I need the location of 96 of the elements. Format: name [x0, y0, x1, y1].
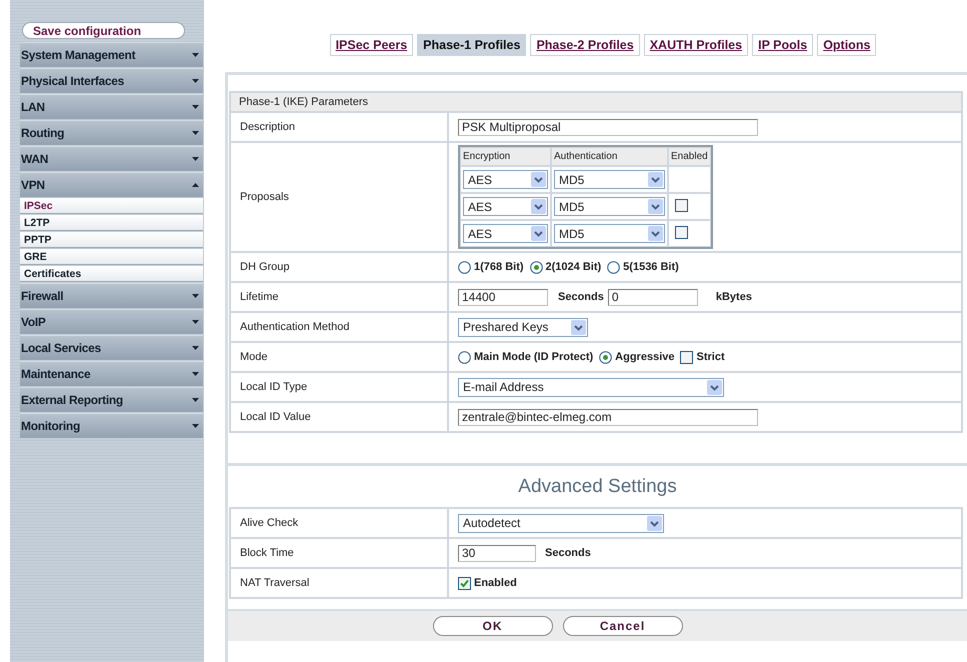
caret-up-icon	[192, 183, 199, 187]
radio-button[interactable]	[458, 350, 471, 364]
chevron-down-icon	[531, 226, 546, 241]
number-field[interactable]: 0	[608, 288, 698, 306]
chevron-down-icon	[531, 199, 546, 214]
field-label: NAT Traversal	[230, 568, 448, 598]
caret-down-icon	[192, 105, 199, 109]
dropdown[interactable]: Preshared Keys	[458, 318, 588, 336]
caret-down-icon	[192, 53, 199, 57]
chevron-down-icon	[707, 380, 722, 394]
field-label: Mode	[230, 342, 448, 372]
dropdown[interactable]: MD5	[554, 197, 665, 216]
dropdown[interactable]: AES	[463, 170, 548, 189]
option-label: Enabled	[474, 577, 517, 589]
option-label: 1(768 Bit)	[474, 261, 524, 273]
field-label: Description	[230, 112, 448, 142]
caret-down-icon	[192, 320, 199, 324]
dropdown[interactable]: AES	[463, 197, 548, 216]
submenu-item[interactable]: IPSec	[20, 198, 203, 214]
column-header: Encryption	[460, 147, 551, 166]
chevron-down-icon	[571, 320, 586, 334]
radio-button[interactable]	[599, 350, 612, 364]
unit-label: Seconds	[545, 547, 591, 559]
unit-label: Seconds	[558, 291, 604, 303]
field-label: DH Group	[230, 252, 448, 282]
tab[interactable]: Options	[817, 34, 876, 56]
chevron-down-icon	[648, 199, 663, 214]
tab[interactable]: Phase-1 Profiles	[417, 34, 526, 56]
section-title: Advanced Settings	[517, 475, 678, 499]
dropdown[interactable]: Autodetect	[458, 514, 664, 532]
menu-item[interactable]: Physical Interfaces	[20, 68, 203, 93]
column-header: Enabled	[668, 147, 711, 166]
tab[interactable]: IP Pools	[752, 34, 814, 56]
menu-item[interactable]: Firewall	[20, 283, 203, 308]
caret-down-icon	[192, 157, 199, 161]
save-configuration-button[interactable]: Save configuration	[22, 22, 185, 39]
caret-down-icon	[192, 424, 199, 428]
caret-down-icon	[192, 294, 199, 298]
dropdown[interactable]: AES	[463, 224, 548, 243]
radio-button[interactable]	[530, 260, 543, 274]
column-header: Authentication	[551, 147, 668, 166]
radio-button[interactable]	[458, 260, 471, 274]
dropdown[interactable]: MD5	[554, 224, 665, 243]
field-label: Proposals	[230, 142, 448, 252]
chevron-down-icon	[647, 516, 662, 530]
option-label: Aggressive	[615, 351, 674, 363]
chevron-down-icon	[531, 172, 546, 187]
text-field[interactable]: zentrale@bintec-elmeg.com	[458, 408, 758, 426]
ok-button[interactable]: OK	[432, 616, 552, 636]
menu-item[interactable]: LAN	[20, 94, 203, 119]
option-label: Main Mode (ID Protect)	[474, 351, 594, 363]
tab[interactable]: Phase-2 Profiles	[530, 34, 640, 56]
field-label: Alive Check	[230, 508, 448, 538]
submenu-item[interactable]: GRE	[20, 249, 203, 265]
menu-item[interactable]: Monitoring	[20, 413, 203, 438]
field-label: Lifetime	[230, 282, 448, 312]
caret-down-icon	[192, 398, 199, 402]
text-field[interactable]: PSK Multiproposal	[458, 118, 758, 136]
submenu-item[interactable]: L2TP	[20, 215, 203, 231]
number-field[interactable]: 14400	[458, 288, 548, 306]
radio-button[interactable]	[607, 260, 620, 274]
chevron-down-icon	[648, 226, 663, 241]
menu-item[interactable]: Maintenance	[20, 361, 203, 386]
field-label: Local ID Type	[230, 372, 448, 402]
field-label: Block Time	[230, 538, 448, 568]
dropdown[interactable]: E-mail Address	[458, 378, 724, 396]
field-label: Authentication Method	[230, 312, 448, 342]
dropdown[interactable]: MD5	[554, 170, 665, 189]
option-label: 5(1536 Bit)	[623, 261, 679, 273]
submenu-item[interactable]: PPTP	[20, 232, 203, 248]
menu-item[interactable]: System Management	[20, 42, 203, 67]
checkbox[interactable]	[675, 198, 688, 212]
menu-item[interactable]: Routing	[20, 120, 203, 145]
option-label: Strict	[696, 351, 725, 363]
menu-item[interactable]: VPN	[20, 172, 203, 197]
tab[interactable]: IPSec Peers	[330, 34, 414, 56]
section-header: Phase-1 (IKE) Parameters	[230, 92, 962, 112]
menu-item[interactable]: Local Services	[20, 335, 203, 360]
checkbox[interactable]	[680, 350, 694, 364]
caret-down-icon	[192, 79, 199, 83]
chevron-down-icon	[648, 172, 663, 187]
cancel-button[interactable]: Cancel	[562, 616, 682, 636]
menu-item[interactable]: WAN	[20, 146, 203, 171]
checkbox[interactable]	[458, 576, 471, 590]
tab[interactable]: XAUTH Profiles	[644, 34, 748, 56]
number-field[interactable]: 30	[458, 544, 536, 562]
option-label: 2(1024 Bit)	[546, 261, 602, 273]
submenu-item[interactable]: Certificates	[20, 266, 203, 282]
menu-item[interactable]: External Reporting	[20, 387, 203, 412]
caret-down-icon	[192, 346, 199, 350]
checkbox[interactable]	[675, 226, 688, 238]
caret-down-icon	[192, 131, 199, 135]
field-label: Local ID Value	[230, 402, 448, 432]
unit-label: kBytes	[716, 291, 752, 303]
caret-down-icon	[192, 372, 199, 376]
menu-item[interactable]: VoIP	[20, 309, 203, 334]
